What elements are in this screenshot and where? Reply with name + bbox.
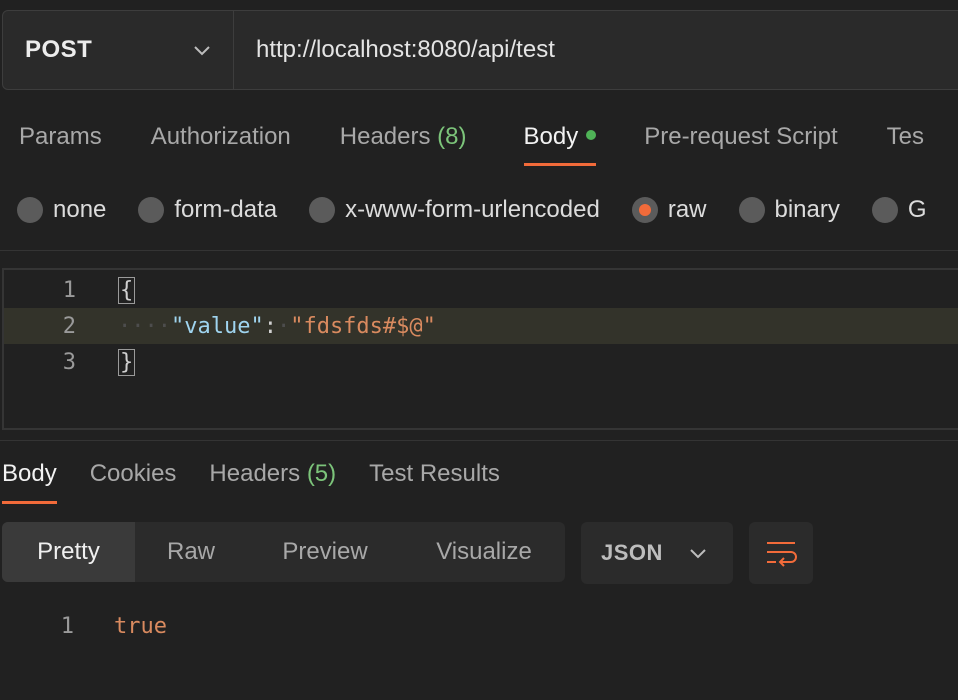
open-brace: { bbox=[118, 276, 136, 304]
json-colon: : bbox=[263, 313, 277, 339]
tab-authorization[interactable]: Authorization bbox=[151, 112, 291, 166]
response-tab-cookies[interactable]: Cookies bbox=[90, 448, 177, 504]
editor-line-highlighted: 2 ····"value":·"fdsfds#$@" bbox=[4, 308, 958, 344]
wrap-lines-button[interactable] bbox=[749, 522, 813, 584]
body-type-form-data[interactable]: form-data bbox=[138, 196, 277, 224]
response-value: true bbox=[114, 613, 167, 639]
response-tabs: Body Cookies Headers (5) Test Results bbox=[2, 448, 533, 506]
radio-icon bbox=[871, 197, 898, 223]
tab-headers[interactable]: Headers (8) bbox=[340, 112, 467, 166]
body-type-urlencoded[interactable]: x-www-form-urlencoded bbox=[309, 196, 600, 224]
radio-label: raw bbox=[667, 196, 707, 223]
radio-icon bbox=[138, 197, 165, 223]
format-label: JSON bbox=[601, 540, 663, 565]
space-whitespace: · bbox=[276, 313, 291, 339]
chevron-down-icon bbox=[194, 46, 210, 56]
view-label: Visualize bbox=[436, 538, 532, 565]
tab-label: Authorization bbox=[150, 123, 291, 150]
body-type-none[interactable]: none bbox=[17, 196, 106, 224]
radio-icon bbox=[738, 197, 765, 223]
editor-line: 1 { bbox=[4, 272, 958, 308]
line-code: } bbox=[118, 348, 136, 376]
view-visualize[interactable]: Visualize bbox=[403, 522, 565, 582]
tab-label: Headers bbox=[339, 123, 431, 150]
tab-label: Body bbox=[2, 460, 57, 487]
body-modified-dot bbox=[586, 129, 597, 140]
headers-count: (5) bbox=[306, 460, 337, 487]
radio-label: x-www-form-urlencoded bbox=[345, 196, 600, 223]
radio-label: none bbox=[53, 196, 107, 223]
chevron-down-icon bbox=[690, 549, 706, 559]
json-key: "value" bbox=[170, 313, 264, 339]
body-type-options: none form-data x-www-form-urlencoded raw… bbox=[17, 190, 958, 230]
url-input[interactable] bbox=[234, 11, 958, 89]
line-number: 1 bbox=[60, 613, 74, 639]
request-url-bar: POST bbox=[2, 10, 958, 90]
tab-label: Cookies bbox=[89, 460, 177, 487]
tab-label: Pre-request Script bbox=[644, 123, 838, 150]
radio-label: G bbox=[907, 196, 927, 223]
response-tab-headers[interactable]: Headers (5) bbox=[209, 448, 336, 504]
tab-label: Params bbox=[19, 123, 102, 150]
line-number: 2 bbox=[62, 313, 76, 339]
body-type-raw[interactable]: raw bbox=[631, 196, 707, 224]
headers-count: (8) bbox=[437, 123, 467, 150]
view-raw[interactable]: Raw bbox=[135, 522, 247, 582]
request-body-editor[interactable]: 1 { 2 ····"value":·"fdsfds#$@" 3 } bbox=[2, 268, 958, 430]
view-pretty[interactable]: Pretty bbox=[2, 522, 135, 582]
line-number: 1 bbox=[62, 277, 76, 303]
body-type-graphql[interactable]: G bbox=[871, 196, 927, 224]
tab-pre-request-script[interactable]: Pre-request Script bbox=[644, 112, 837, 166]
method-label: POST bbox=[25, 36, 93, 63]
method-select[interactable]: POST bbox=[3, 11, 234, 89]
radio-label: form-data bbox=[174, 196, 278, 223]
line-number: 3 bbox=[62, 349, 76, 375]
tab-tests[interactable]: Tes bbox=[887, 112, 924, 166]
line-code: ····"value":·"fdsfds#$@" bbox=[118, 314, 436, 339]
tab-label: Tes bbox=[886, 123, 924, 150]
section-divider bbox=[0, 440, 958, 441]
tab-body[interactable]: Body bbox=[523, 112, 597, 166]
section-divider bbox=[0, 250, 958, 251]
radio-icon bbox=[309, 197, 336, 223]
json-string-value: "fdsfds#$@" bbox=[290, 313, 436, 339]
response-line: 1 true bbox=[0, 608, 958, 644]
body-type-binary[interactable]: binary bbox=[738, 196, 840, 224]
wrap-lines-icon bbox=[767, 542, 797, 567]
tab-params[interactable]: Params bbox=[19, 112, 102, 166]
tab-label: Test Results bbox=[369, 460, 500, 487]
radio-label: binary bbox=[774, 196, 840, 223]
line-code: { bbox=[118, 276, 136, 304]
view-label: Raw bbox=[166, 538, 215, 565]
tab-label: Body bbox=[523, 123, 579, 150]
response-tab-test-results[interactable]: Test Results bbox=[369, 448, 500, 504]
request-tabs: Params Authorization Headers (8) Body Pr… bbox=[0, 112, 924, 172]
radio-icon bbox=[17, 197, 43, 223]
view-label: Preview bbox=[282, 538, 368, 565]
view-preview[interactable]: Preview bbox=[247, 522, 403, 582]
view-label: Pretty bbox=[37, 538, 100, 565]
indent-whitespace: ···· bbox=[118, 313, 171, 339]
editor-line: 3 } bbox=[4, 344, 958, 380]
view-mode-control: Pretty Raw Preview Visualize bbox=[2, 522, 565, 582]
format-select[interactable]: JSON bbox=[581, 522, 733, 584]
close-brace: } bbox=[118, 348, 136, 376]
response-tab-body[interactable]: Body bbox=[2, 448, 57, 504]
radio-checked-icon bbox=[631, 197, 658, 223]
tab-label: Headers bbox=[209, 460, 301, 487]
